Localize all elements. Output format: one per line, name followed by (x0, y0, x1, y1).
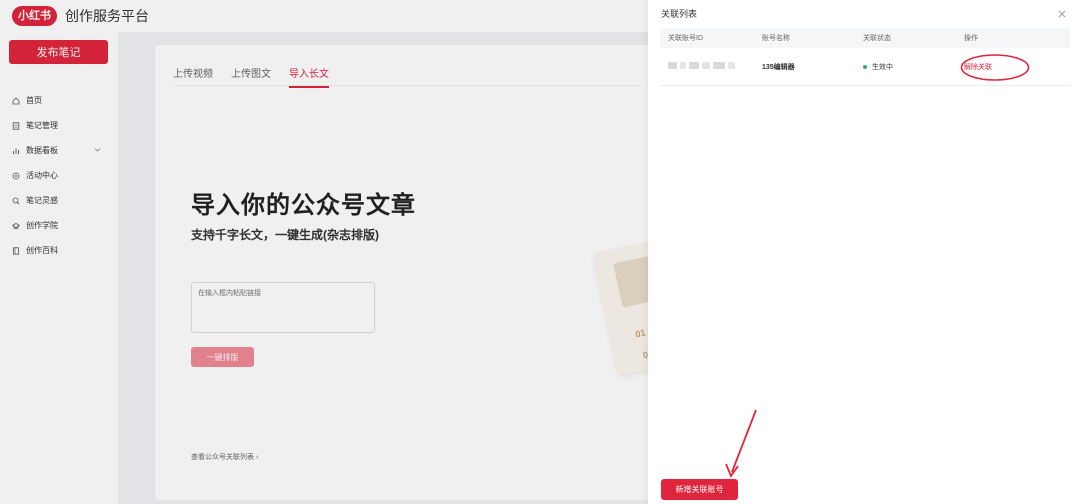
status-cell: 生效中 (863, 62, 964, 72)
modal-overlay[interactable] (0, 0, 648, 504)
highlight-ellipse-annotation (960, 54, 1030, 81)
column-header: 账号名称 (762, 35, 790, 42)
column-header: 操作 (964, 35, 978, 42)
masked-account-id (668, 62, 735, 69)
account-name-cell: 135编辑器 (762, 63, 795, 71)
close-icon[interactable] (1057, 6, 1067, 18)
column-header: 关联账号ID (668, 35, 703, 42)
account-id-cell (660, 62, 762, 71)
column-header: 关联状态 (863, 35, 891, 42)
status-text: 生效中 (872, 63, 893, 71)
status-dot-icon (863, 64, 867, 69)
add-linked-account-button[interactable]: 新增关联账号 (661, 479, 738, 500)
drawer-title: 关联列表 (661, 9, 698, 19)
table-header: 关联账号ID 账号名称 关联状态 操作 (660, 28, 1070, 48)
arrow-annotation-icon (725, 409, 757, 478)
